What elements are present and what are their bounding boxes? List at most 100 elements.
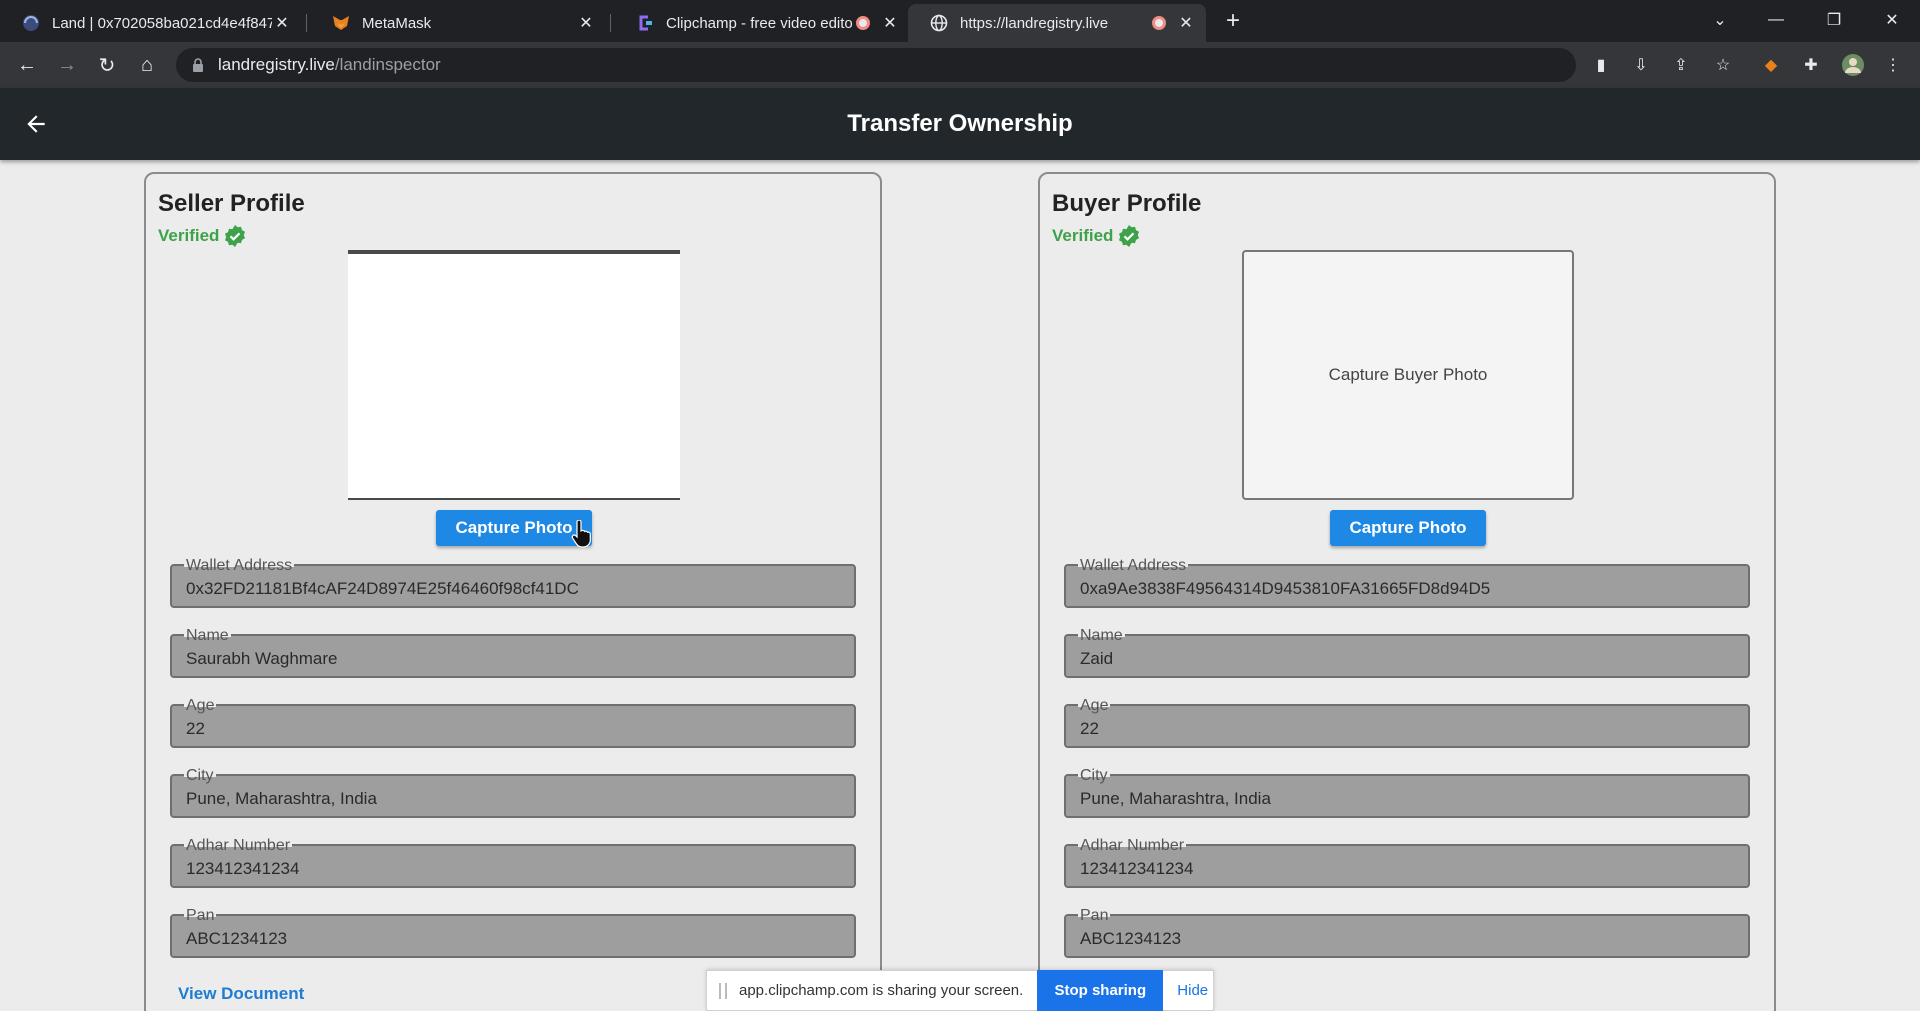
tab-search-chevron-icon[interactable]: ⌄ — [1698, 0, 1742, 40]
seller-pan-field[interactable]: Pan ABC1234123 — [170, 907, 856, 958]
tab-separator — [306, 14, 307, 32]
buyer-name-field[interactable]: Name Zaid — [1064, 627, 1750, 678]
recording-indicator-icon — [1152, 16, 1166, 30]
close-window-icon[interactable]: ✕ — [1870, 0, 1914, 40]
url-path: /landinspector — [334, 55, 441, 74]
share-icon[interactable]: ⇪ — [1670, 54, 1692, 76]
tab-title: Land | 0x702058ba021cd4e4f847 — [52, 14, 272, 32]
seller-wallet-field[interactable]: Wallet Address 0x32FD21181Bf4cAF24D8974E… — [170, 557, 856, 608]
close-tab-icon[interactable]: ✕ — [880, 13, 900, 33]
extensions-puzzle-icon[interactable]: ✚ — [1800, 54, 1822, 76]
page-title: Transfer Ownership — [847, 110, 1073, 137]
buyer-adhar-field[interactable]: Adhar Number 123412341234 — [1064, 837, 1750, 888]
metamask-extension-icon[interactable]: ◆ — [1760, 54, 1782, 76]
reload-icon[interactable]: ↻ — [92, 50, 122, 80]
new-tab-button[interactable]: + — [1218, 6, 1248, 36]
metamask-fox-icon — [333, 16, 349, 30]
verified-label: Verified — [158, 226, 220, 245]
field-value: 22 — [1080, 719, 1099, 738]
verified-badge-icon — [1119, 225, 1140, 247]
seller-profile-heading: Seller Profile — [158, 190, 305, 217]
app-header: Transfer Ownership — [0, 88, 1920, 160]
buyer-city-field[interactable]: City Pune, Maharashtra, India — [1064, 767, 1750, 818]
home-icon[interactable]: ⌂ — [132, 50, 162, 80]
field-label: Wallet Address — [184, 557, 295, 575]
tab-landregistry[interactable]: https://landregistry.live ✕ — [908, 4, 1206, 42]
field-value: 123412341234 — [186, 859, 300, 878]
browser-toolbar: ← → ↻ ⌂ landregistry.live/landinspector … — [0, 42, 1920, 88]
browser-tab-strip: Land | 0x702058ba021cd4e4f847 ✕ MetaMask… — [0, 0, 1920, 42]
globe-icon — [930, 14, 948, 32]
verified-badge-icon — [225, 225, 246, 247]
minimize-icon[interactable]: — — [1754, 0, 1798, 40]
restore-window-icon[interactable]: ❐ — [1812, 0, 1856, 40]
close-tab-icon[interactable]: ✕ — [576, 13, 596, 33]
field-value: Pune, Maharashtra, India — [186, 789, 377, 808]
close-tab-icon[interactable]: ✕ — [1176, 13, 1196, 33]
browser-menu-icon[interactable]: ⋮ — [1882, 54, 1904, 76]
buyer-profile-heading: Buyer Profile — [1052, 190, 1202, 217]
seller-verified-status: Verified — [158, 224, 247, 248]
seller-name-field[interactable]: Name Saurabh Waghmare — [170, 627, 856, 678]
field-label: Adhar Number — [1078, 837, 1187, 855]
stop-sharing-button[interactable]: Stop sharing — [1037, 970, 1164, 1011]
field-value: 0x32FD21181Bf4cAF24D8974E25f46460f98cf41… — [186, 579, 579, 598]
tab-title: MetaMask — [362, 14, 432, 32]
field-label: Name — [1078, 627, 1125, 645]
field-label: Age — [184, 697, 217, 715]
land-globe-icon — [23, 15, 39, 31]
buyer-profile-card: Buyer Profile Verified Capture Buyer Pho… — [1038, 172, 1776, 1011]
field-label: Name — [184, 627, 231, 645]
field-label: City — [1078, 767, 1110, 785]
screen-share-bar: app.clipchamp.com is sharing your screen… — [706, 970, 1214, 1011]
bookmark-star-icon[interactable]: ☆ — [1712, 54, 1734, 76]
recording-indicator-icon — [856, 16, 870, 30]
camera-in-use-icon[interactable]: ▮ — [1590, 54, 1612, 76]
buyer-age-field[interactable]: Age 22 — [1064, 697, 1750, 748]
drag-handle-icon[interactable] — [719, 982, 727, 999]
buyer-capture-photo-button[interactable]: Capture Photo — [1330, 510, 1486, 546]
buyer-wallet-field[interactable]: Wallet Address 0xa9Ae3838F49564314D94538… — [1064, 557, 1750, 608]
field-value: 123412341234 — [1080, 859, 1194, 878]
seller-photo-preview — [348, 250, 680, 500]
field-value: Zaid — [1080, 649, 1114, 668]
field-value: Saurabh Waghmare — [186, 649, 338, 668]
seller-capture-photo-button[interactable]: Capture Photo — [436, 510, 592, 546]
profile-avatar-icon[interactable] — [1842, 54, 1864, 76]
tab-clipchamp[interactable]: Clipchamp - free video edito ✕ — [614, 4, 910, 42]
field-value: ABC1234123 — [1080, 929, 1182, 948]
hand-cursor-icon — [571, 520, 591, 548]
back-arrow-icon[interactable] — [20, 108, 52, 140]
forward-icon[interactable]: → — [52, 50, 82, 80]
clipchamp-icon — [639, 15, 652, 31]
seller-profile-card: Seller Profile Verified Capture Photo Wa… — [144, 172, 882, 1011]
field-label: Adhar Number — [184, 837, 293, 855]
close-tab-icon[interactable]: ✕ — [272, 13, 292, 33]
field-value: 22 — [186, 719, 205, 738]
address-bar[interactable]: landregistry.live/landinspector — [176, 48, 1576, 82]
field-label: City — [184, 767, 216, 785]
field-label: Pan — [1078, 907, 1111, 925]
buyer-verified-status: Verified — [1052, 224, 1141, 248]
seller-age-field[interactable]: Age 22 — [170, 697, 856, 748]
field-value: ABC1234123 — [186, 929, 288, 948]
tab-separator — [610, 14, 611, 32]
tab-land[interactable]: Land | 0x702058ba021cd4e4f847 ✕ — [0, 4, 302, 42]
url-domain: landregistry.live — [218, 55, 335, 74]
share-message: app.clipchamp.com is sharing your screen… — [739, 982, 1024, 999]
field-value: Pune, Maharashtra, India — [1080, 789, 1271, 808]
buyer-pan-field[interactable]: Pan ABC1234123 — [1064, 907, 1750, 958]
view-document-link[interactable]: View Document — [178, 984, 304, 1004]
field-value: 0xa9Ae3838F49564314D9453810FA31665FD8d94… — [1080, 579, 1491, 598]
verified-label: Verified — [1052, 226, 1114, 245]
tab-metamask[interactable]: MetaMask ✕ — [310, 4, 606, 42]
buyer-photo-placeholder: Capture Buyer Photo — [1242, 250, 1574, 500]
hide-share-bar-link[interactable]: Hide — [1177, 982, 1208, 999]
back-icon[interactable]: ← — [12, 50, 42, 80]
install-app-icon[interactable]: ⇩ — [1630, 54, 1652, 76]
lock-icon — [193, 58, 203, 72]
seller-city-field[interactable]: City Pune, Maharashtra, India — [170, 767, 856, 818]
url-text: landregistry.live/landinspector — [218, 55, 441, 75]
seller-adhar-field[interactable]: Adhar Number 123412341234 — [170, 837, 856, 888]
field-label: Age — [1078, 697, 1111, 715]
